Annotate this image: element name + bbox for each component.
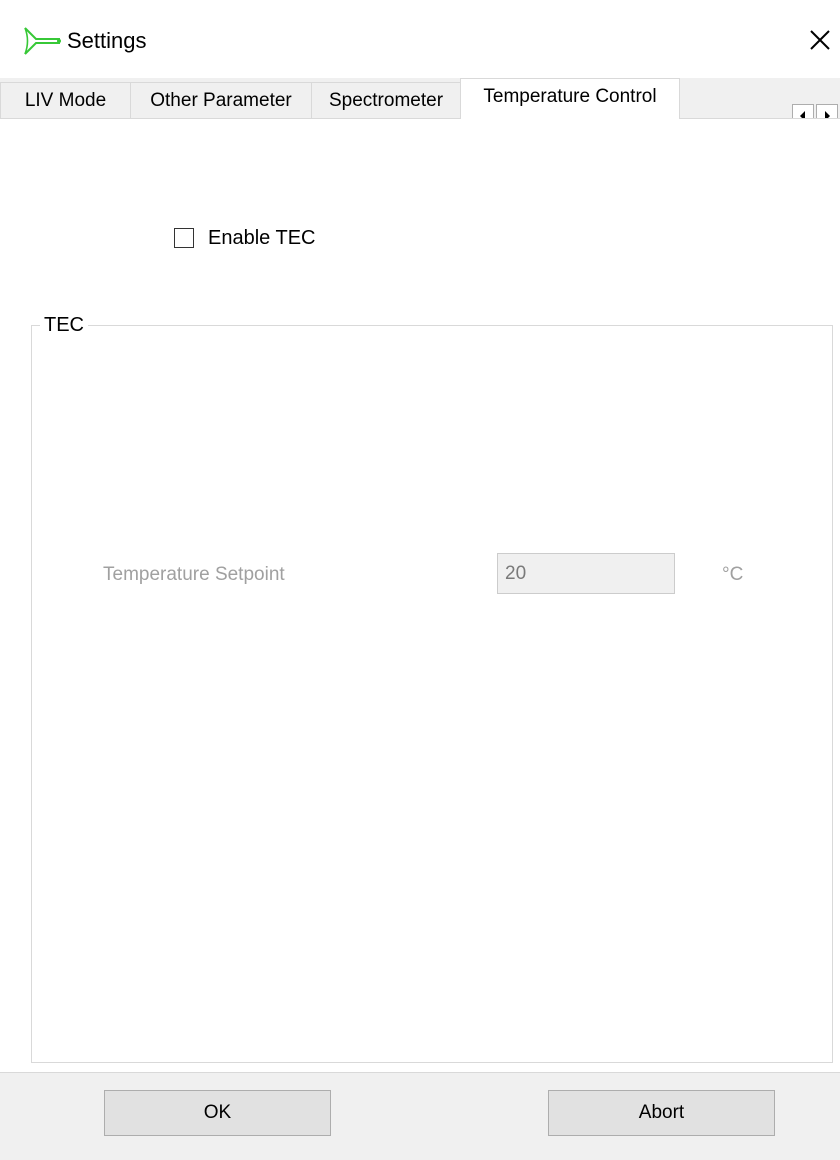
tab-label: Temperature Control (483, 86, 657, 107)
settings-dialog: Settings LIV Mode Other Parameter Spectr… (0, 0, 840, 1160)
window-title: Settings (67, 28, 147, 53)
temperature-setpoint-label: Temperature Setpoint (103, 564, 285, 585)
tec-group-title: TEC (40, 313, 88, 337)
ok-button[interactable]: OK (104, 1090, 331, 1136)
app-logo-icon (22, 26, 62, 56)
title-bar: Settings (0, 0, 840, 78)
temperature-unit-label: °C (722, 564, 744, 585)
tab-label: Other Parameter (150, 90, 292, 111)
tec-groupbox: TEC Temperature Setpoint 20 °C (31, 313, 833, 1063)
enable-tec-checkbox[interactable]: Enable TEC (174, 226, 315, 250)
tab-other-parameter[interactable]: Other Parameter (130, 82, 312, 118)
close-button[interactable] (800, 15, 840, 63)
temperature-control-panel: Enable TEC TEC Temperature Setpoint 20 °… (0, 118, 840, 1073)
temperature-setpoint-input[interactable]: 20 (497, 553, 675, 594)
tab-liv-mode[interactable]: LIV Mode (0, 82, 131, 118)
tab-strip: LIV Mode Other Parameter Spectrometer Te… (0, 78, 840, 119)
close-icon (810, 30, 830, 50)
tab-spectrometer[interactable]: Spectrometer (311, 82, 461, 118)
abort-button[interactable]: Abort (548, 1090, 775, 1136)
tab-label: LIV Mode (24, 90, 107, 111)
enable-tec-label: Enable TEC (208, 226, 316, 249)
tab-label: Spectrometer (328, 90, 444, 111)
checkbox-box[interactable] (174, 228, 194, 248)
tab-temperature-control[interactable]: Temperature Control (460, 78, 680, 119)
